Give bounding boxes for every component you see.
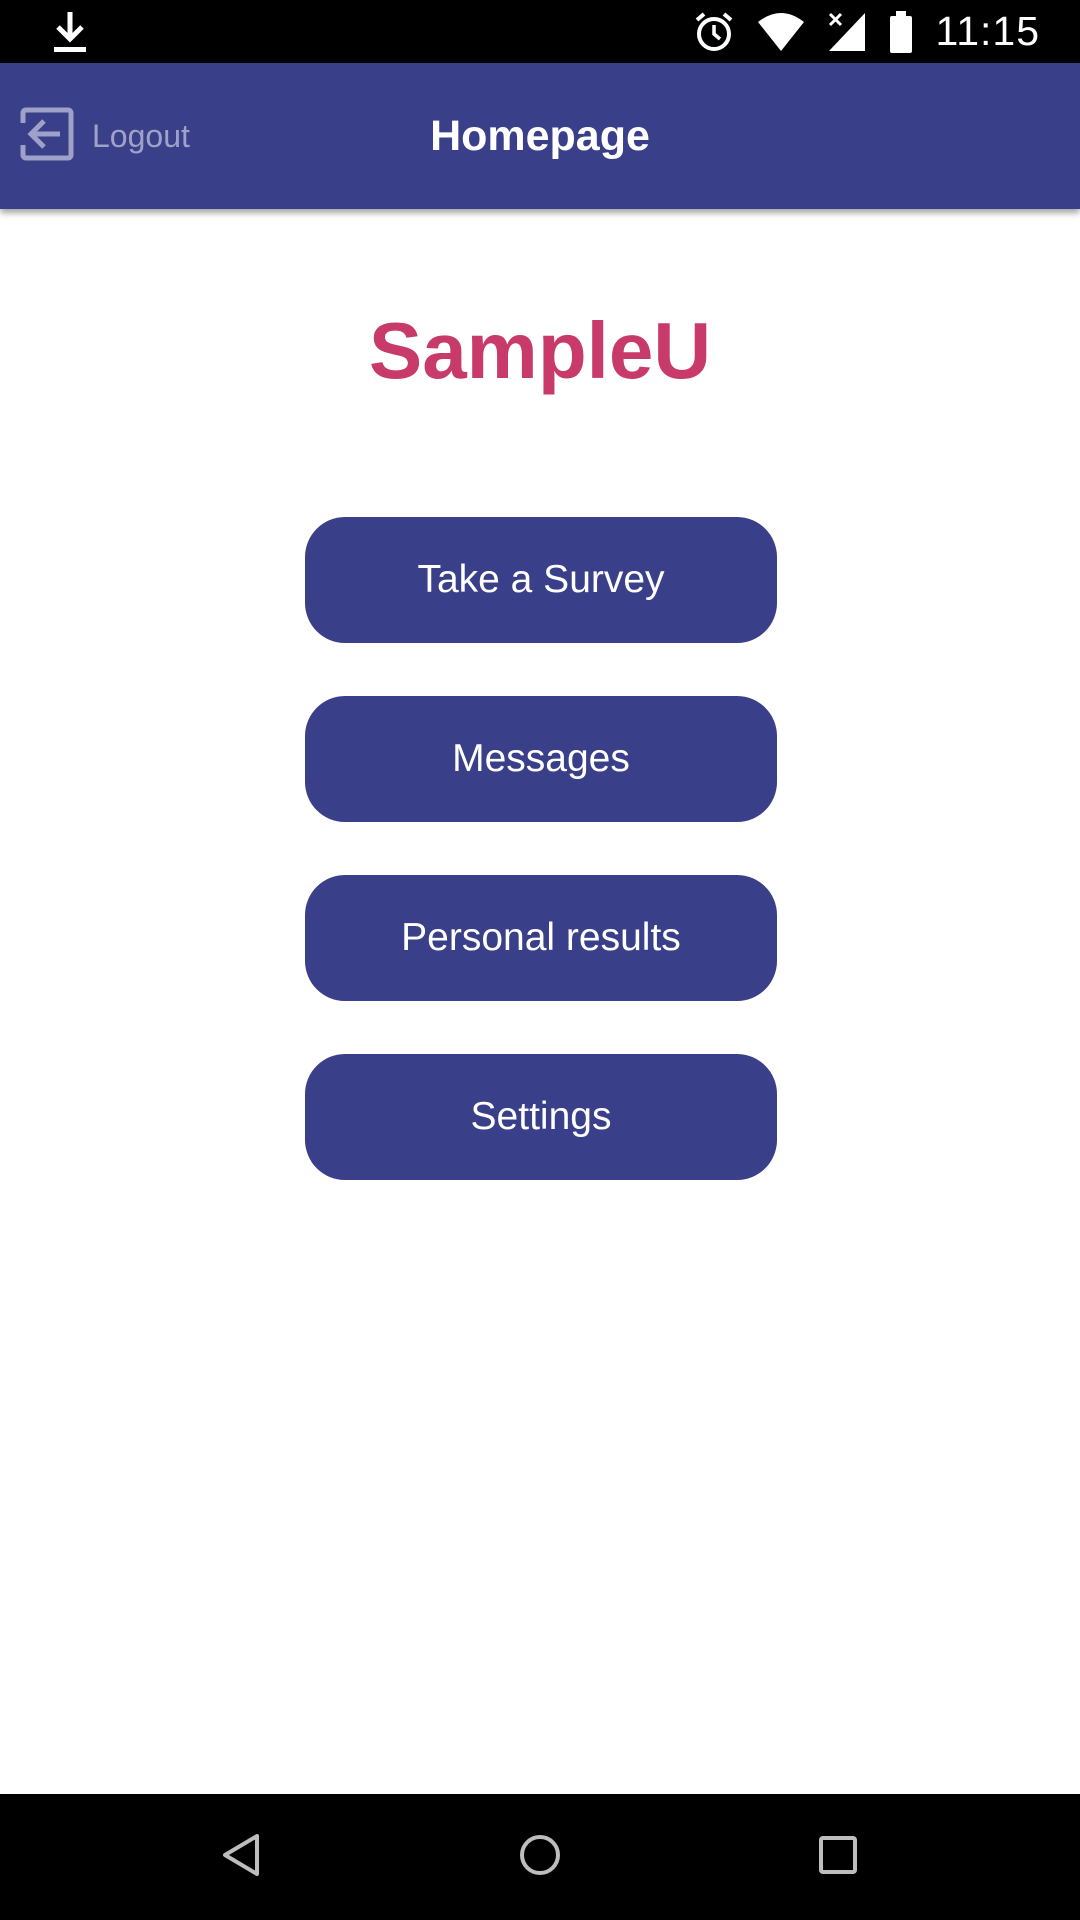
navigation-bar	[0, 1794, 1080, 1920]
home-icon	[518, 1833, 562, 1882]
recents-icon	[818, 1835, 858, 1880]
back-icon	[221, 1833, 261, 1882]
battery-icon	[889, 10, 913, 54]
messages-button[interactable]: Messages	[305, 696, 777, 822]
page-title: Homepage	[430, 112, 650, 160]
app-bar: Logout Homepage	[0, 63, 1080, 209]
alarm-icon	[693, 10, 735, 54]
take-survey-button[interactable]: Take a Survey	[305, 517, 777, 643]
clock: 11:15	[935, 8, 1040, 54]
main-menu: Take a Survey Messages Personal results …	[305, 517, 777, 1233]
wifi-icon	[757, 10, 805, 54]
download-icon	[52, 10, 88, 54]
home-button[interactable]	[480, 1794, 600, 1920]
settings-button[interactable]: Settings	[305, 1054, 777, 1180]
personal-results-button[interactable]: Personal results	[305, 875, 777, 1001]
back-button[interactable]	[181, 1794, 301, 1920]
recents-button[interactable]	[778, 1794, 898, 1920]
brand-title: SampleU	[368, 306, 712, 395]
status-bar: 11:15	[0, 0, 1080, 63]
signal-icon	[827, 10, 867, 54]
